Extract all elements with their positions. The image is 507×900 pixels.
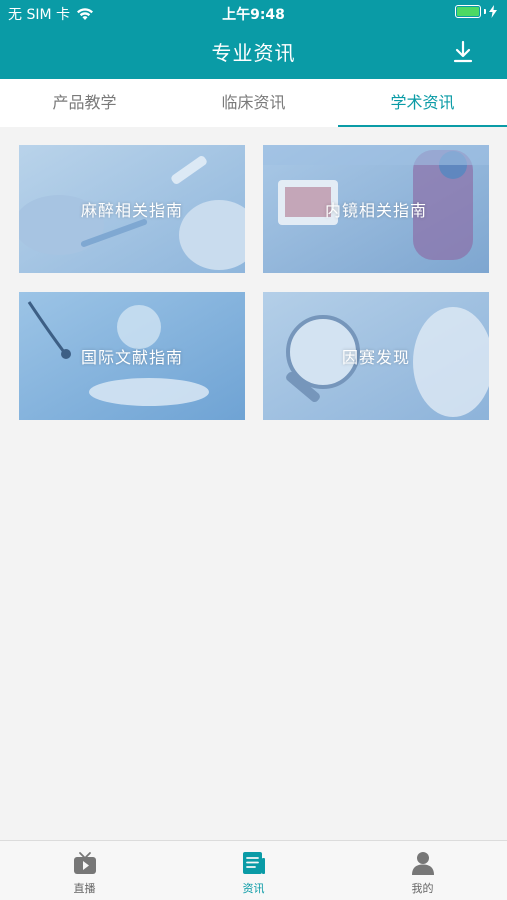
card-anesthesia-guide[interactable]: 麻醉相关指南 — [19, 145, 245, 273]
card-label: 内镜相关指南 — [324, 201, 427, 220]
tv-play-icon — [73, 852, 96, 874]
tabbar-label: 直播 — [73, 882, 96, 895]
person-icon — [411, 852, 434, 875]
charging-icon — [489, 5, 497, 18]
tabbar-item-live[interactable]: 直播 — [0, 841, 169, 900]
card-endoscopy-guide[interactable]: 内镜相关指南 — [263, 145, 489, 273]
tab-clinical-news[interactable]: 临床资讯 — [169, 79, 338, 127]
card-label: 麻醉相关指南 — [80, 201, 183, 220]
title-bar: 专业资讯 — [0, 26, 507, 79]
page-title: 专业资讯 — [211, 41, 296, 65]
card-literature-guide[interactable]: 国际文献指南 — [19, 292, 245, 420]
app-header: 无 SIM 卡 上午9:48 专业资讯 — [0, 0, 507, 79]
status-time: 上午9:48 — [222, 7, 285, 23]
download-icon[interactable] — [452, 40, 474, 64]
card-label: 因赛发现 — [341, 348, 410, 367]
category-tabs: 产品教学 临床资讯 学术资讯 — [0, 79, 507, 127]
tabbar-label: 资讯 — [242, 882, 265, 895]
tabbar-label: 我的 — [411, 882, 434, 895]
battery-icon — [455, 5, 497, 18]
card-label: 国际文献指南 — [80, 348, 183, 367]
tab-product-teaching[interactable]: 产品教学 — [0, 79, 169, 127]
tab-academic-news[interactable]: 学术资讯 — [338, 79, 507, 127]
bottom-tab-bar: 直播 资讯 我的 — [0, 840, 507, 900]
tabbar-item-news[interactable]: 资讯 — [169, 841, 338, 900]
status-bar: 无 SIM 卡 上午9:48 — [0, 0, 507, 26]
tabbar-item-mine[interactable]: 我的 — [338, 841, 507, 900]
news-icon — [242, 852, 265, 874]
card-inscie-discovery[interactable]: 因赛发现 — [263, 292, 489, 420]
